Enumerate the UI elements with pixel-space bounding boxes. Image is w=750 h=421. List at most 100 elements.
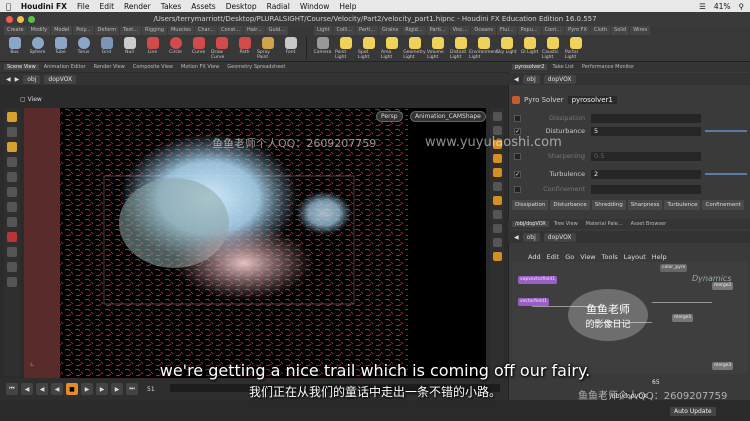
shelf-tab[interactable]: Modify: [27, 26, 51, 35]
light-tool-icon[interactable]: [7, 262, 17, 272]
subtab-disturbance[interactable]: Disturbance: [550, 200, 590, 210]
shelf-tab[interactable]: Flui...: [497, 26, 517, 35]
subtab-shredding[interactable]: Shredding: [591, 200, 626, 210]
shelf-tab[interactable]: Deform: [94, 26, 120, 35]
shelf-tab[interactable]: Guid...: [265, 26, 288, 35]
spot-light-tool[interactable]: Spot Light: [358, 37, 379, 60]
view-tool-icon[interactable]: [7, 172, 17, 182]
tab-network-dopvox[interactable]: /obj/dopVOX: [512, 221, 549, 227]
forward-arrow-icon[interactable]: ▶: [15, 76, 20, 83]
path-obj[interactable]: obj: [23, 74, 41, 84]
ruler-tool-icon[interactable]: [7, 202, 17, 212]
battery-status[interactable]: 41%: [714, 2, 731, 11]
menu-takes[interactable]: Takes: [161, 2, 182, 11]
axis-icon[interactable]: [7, 277, 17, 287]
path-obj[interactable]: obj: [522, 232, 540, 242]
path-dopvox[interactable]: dopVOX: [44, 74, 77, 84]
net-menu-add[interactable]: Add: [528, 253, 541, 261]
shelf-tab[interactable]: Poly...: [73, 26, 94, 35]
menu-help[interactable]: Help: [339, 2, 356, 11]
shelf-tab[interactable]: Popu...: [517, 26, 541, 35]
menu-desktop[interactable]: Desktop: [226, 2, 257, 11]
path-dopvox[interactable]: dopVOX: [543, 74, 576, 84]
grid-display-icon[interactable]: [492, 182, 502, 191]
subtab-sharpness[interactable]: Sharpness: [627, 200, 663, 210]
tab-pyrosolver2[interactable]: pyrosolver2: [512, 64, 548, 70]
net-menu-view[interactable]: View: [580, 253, 595, 261]
shading-icon[interactable]: [492, 126, 502, 135]
shelf-tab[interactable]: Char...: [194, 26, 217, 35]
disturbance-checkbox[interactable]: ✓: [514, 127, 521, 135]
tab-material-palette[interactable]: Material Pale...: [583, 221, 626, 227]
shelf-tab[interactable]: Text...: [120, 26, 142, 35]
camera-menu[interactable]: Animation_CAMShape: [410, 111, 486, 122]
turbulence-checkbox[interactable]: ✓: [514, 170, 521, 178]
net-menu-edit[interactable]: Edit: [547, 253, 560, 261]
dissipation-checkbox[interactable]: [514, 114, 521, 122]
wireframe-icon[interactable]: [492, 154, 502, 163]
net-menu-tools[interactable]: Tools: [602, 253, 618, 261]
turbulence-value[interactable]: 2: [591, 169, 701, 179]
shelf-tab[interactable]: Hair...: [244, 26, 265, 35]
handle-tool-icon[interactable]: [7, 142, 17, 152]
node-color-pyro[interactable]: color_pyro: [660, 264, 688, 272]
turbulence-slider[interactable]: [705, 173, 747, 175]
menu-edit[interactable]: Edit: [100, 2, 115, 11]
back-arrow-icon[interactable]: ◀: [6, 76, 11, 83]
tube-tool[interactable]: Tube: [50, 37, 71, 60]
shelf-tab[interactable]: Rigid...: [402, 26, 426, 35]
shelf-tab[interactable]: Const...: [217, 26, 244, 35]
shelf-tab[interactable]: Muscles: [167, 26, 194, 35]
sharpening-value[interactable]: 0.5: [591, 151, 701, 161]
tab-scene-view[interactable]: Scene View: [4, 64, 39, 70]
geometry-light-tool[interactable]: Geometry Light: [403, 37, 426, 60]
shelf-tab[interactable]: Cloth: [590, 26, 611, 35]
gi-light-tool[interactable]: GI Light: [519, 37, 540, 60]
torus-tool[interactable]: Torus: [73, 37, 94, 60]
tab-asset-browser[interactable]: Asset Browser: [628, 221, 670, 227]
move-tool-icon[interactable]: [7, 127, 17, 137]
shelf-tab[interactable]: Wires: [630, 26, 651, 35]
disturbance-slider[interactable]: [705, 130, 747, 132]
area-light-tool[interactable]: Area Light: [381, 37, 402, 60]
portal-light-tool[interactable]: Portal Light: [565, 37, 586, 60]
magnet-icon[interactable]: [7, 232, 17, 242]
shelf-tab[interactable]: Cont...: [541, 26, 565, 35]
menu-assets[interactable]: Assets: [191, 2, 215, 11]
zoom-window-button[interactable]: [28, 16, 35, 23]
back-arrow-icon[interactable]: ◀: [514, 76, 519, 83]
sharpening-checkbox[interactable]: [514, 152, 521, 160]
path-obj[interactable]: obj: [522, 74, 540, 84]
shelf-tab[interactable]: Oceans: [471, 26, 497, 35]
shelf-tab[interactable]: Colli...: [333, 26, 355, 35]
net-menu-help[interactable]: Help: [652, 253, 667, 261]
menu-radial[interactable]: Radial: [267, 2, 290, 11]
subtab-confinement[interactable]: Confinement: [702, 200, 744, 210]
spray-paint-tool[interactable]: Spray Paint: [257, 37, 278, 60]
subtab-turbulence[interactable]: Turbulence: [664, 200, 701, 210]
back-arrow-icon[interactable]: ◀: [514, 234, 519, 241]
tab-motion-fx-view[interactable]: Motion FX View: [178, 64, 222, 70]
shelf-tab[interactable]: Pyro FX: [565, 26, 590, 35]
grid-tool[interactable]: Grid: [96, 37, 117, 60]
apple-icon[interactable]: : [6, 2, 11, 11]
draw-curve-tool[interactable]: Draw Curve: [211, 37, 232, 60]
circle-tool[interactable]: Circle: [165, 37, 186, 60]
auto-update-menu[interactable]: Auto Update: [670, 407, 716, 416]
tab-tree-view[interactable]: Tree View: [551, 221, 581, 227]
camera-tool[interactable]: Camera: [312, 37, 333, 60]
font-tool[interactable]: Font: [280, 37, 301, 60]
shelf-tab[interactable]: Model: [51, 26, 73, 35]
shelf-tab[interactable]: Light: [314, 26, 333, 35]
sphere-tool[interactable]: Sphere: [27, 37, 48, 60]
confinement-checkbox[interactable]: [514, 185, 521, 193]
shelf-tab[interactable]: Create: [4, 26, 27, 35]
snap-tool-icon[interactable]: [7, 217, 17, 227]
point-light-tool[interactable]: Point Light: [335, 37, 356, 60]
tab-geometry-spreadsheet[interactable]: Geometry Spreadsheet: [224, 64, 288, 70]
confinement-value[interactable]: [591, 184, 701, 194]
wifi-icon[interactable]: ☰: [699, 2, 706, 11]
close-window-button[interactable]: [6, 16, 13, 23]
menu-render[interactable]: Render: [124, 2, 151, 11]
visibility-icon[interactable]: [492, 196, 502, 205]
